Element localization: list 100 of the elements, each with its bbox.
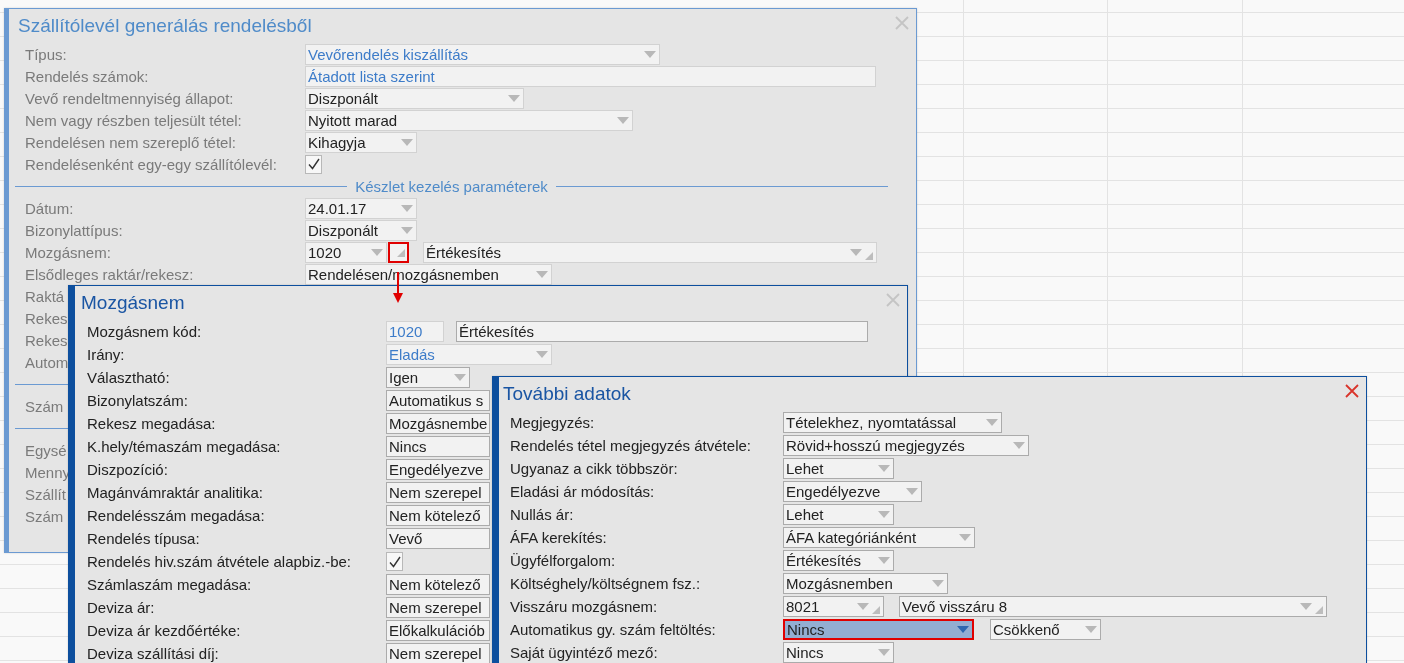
field-label: Visszáru mozgásnem: <box>510 598 659 615</box>
field-label: Rendelés hiv.szám átvétele alapbiz.-be: <box>87 553 353 570</box>
dropdown[interactable]: Nincs <box>783 642 894 663</box>
input-field[interactable]: Értékesítés <box>456 321 868 342</box>
corner-triangle-icon <box>865 251 873 260</box>
caret-icon <box>957 626 969 633</box>
input-field[interactable]: Engedélyezve <box>386 459 490 480</box>
field-label: Bizonylattípus: <box>25 221 124 239</box>
dropdown[interactable]: Mozgásnemben <box>783 573 948 594</box>
caret-icon <box>454 374 466 381</box>
caret-icon <box>536 270 548 278</box>
field-label: Nullás ár: <box>510 506 575 523</box>
field-label: Deviza ár kezdőértéke: <box>87 622 242 639</box>
field-label: Autom <box>25 353 69 371</box>
field-label: Rekesz megadása: <box>87 415 217 432</box>
field-label: Deviza ár: <box>87 599 156 616</box>
field-label: Típus: <box>25 45 68 63</box>
dropdown[interactable]: Csökkenő <box>990 619 1101 640</box>
field-label: Automatikus gy. szám feltöltés: <box>510 621 717 638</box>
field-label: Ugyanaz a cikk többször: <box>510 460 679 477</box>
dropdown[interactable]: Lehet <box>783 504 894 525</box>
caret-icon <box>986 419 998 426</box>
dropdown[interactable]: Tételekhez, nyomtatással <box>783 412 1002 433</box>
input-field[interactable]: Nincs <box>386 436 490 457</box>
field-label: Szám <box>25 397 64 415</box>
input-field[interactable]: Mozgásnembe <box>386 413 490 434</box>
caret-icon <box>1085 626 1097 633</box>
field-label: Rendelés számok: <box>25 67 150 85</box>
field-label: Vevő rendeltmennyiség állapot: <box>25 89 235 107</box>
caret-icon <box>878 511 890 518</box>
check-icon <box>307 158 320 170</box>
dropdown[interactable]: Engedélyezve <box>783 481 922 502</box>
field-label: Egysé <box>25 441 67 459</box>
dropdown[interactable]: Igen <box>386 367 470 388</box>
caret-icon <box>878 465 890 472</box>
input-field[interactable]: Nem szerepel <box>386 643 490 663</box>
corner-triangle-icon <box>1315 606 1323 614</box>
field-label: Bizonylatszám: <box>87 392 189 409</box>
field-label: Rendelés tétel megjegyzés átvétele: <box>510 437 752 454</box>
window-title: Mozgásnem <box>81 291 185 315</box>
input-field[interactable]: Nem kötelező <box>386 574 490 595</box>
caret-icon <box>878 649 890 656</box>
field-label: Számlaszám megadása: <box>87 576 253 593</box>
field-label: Mozgásnem: <box>25 243 112 261</box>
field-label: Magánvámraktár analitika: <box>87 484 264 501</box>
check-icon <box>388 555 401 568</box>
field-label: Diszpozíció: <box>87 461 169 478</box>
field-label: Rendelésen nem szereplő tétel: <box>25 133 237 151</box>
close-icon <box>895 16 909 30</box>
field-label: Szállít <box>25 485 66 503</box>
caret-icon <box>850 248 862 256</box>
caret-icon <box>1300 603 1312 610</box>
field-label: ÁFA kerekítés: <box>510 529 608 546</box>
window-title: Szállítólevél generálás rendelésből <box>18 14 312 38</box>
caret-icon <box>932 580 944 587</box>
dropdown[interactable]: Nincs <box>783 619 974 640</box>
field-label: Mozgásnem kód: <box>87 323 203 340</box>
dropdown[interactable]: Vevő visszáru 8 <box>899 596 1327 617</box>
field-label: Menny <box>25 463 71 481</box>
field-label: Ügyfélforgalom: <box>510 552 617 569</box>
close-icon <box>1345 384 1359 398</box>
caret-icon <box>959 534 971 541</box>
input-field[interactable]: Vevő <box>386 528 490 549</box>
close-button[interactable] <box>1343 382 1361 400</box>
caret-icon <box>401 204 413 212</box>
corner-triangle-icon <box>397 248 405 257</box>
dropdown[interactable]: Értékesítés <box>783 550 894 571</box>
field-label: Nem vagy részben teljesült tétel: <box>25 111 243 129</box>
window-title: További adatok <box>503 382 631 406</box>
dropdown[interactable]: ÁFA kategóriánként <box>783 527 975 548</box>
field-label: K.hely/témaszám megadása: <box>87 438 282 455</box>
field-label: Deviza szállítási díj: <box>87 645 220 662</box>
input-field[interactable]: Nem kötelező <box>386 505 490 526</box>
field-label: Választható: <box>87 369 171 386</box>
field-label: Eladási ár módosítás: <box>510 483 656 500</box>
dropdown[interactable]: Lehet <box>783 458 894 479</box>
corner-triangle-icon <box>872 606 880 614</box>
dropdown[interactable]: 8021 <box>783 596 884 617</box>
input-field[interactable]: 1020 <box>386 321 444 342</box>
input-field[interactable]: Nem szerepel <box>386 597 490 618</box>
input-field[interactable]: Nem szerepel <box>386 482 490 503</box>
caret-icon <box>371 248 383 256</box>
field-label: Saját ügyintéző mező: <box>510 644 659 661</box>
close-icon <box>886 293 900 307</box>
caret-icon <box>508 94 520 102</box>
field-label: Rendelés típusa: <box>87 530 201 547</box>
section-title: Készlet kezelés paraméterek <box>355 177 548 195</box>
field-label: Költséghely/költségnem fsz.: <box>510 575 702 592</box>
caret-icon <box>401 226 413 234</box>
caret-icon <box>878 557 890 564</box>
input-field[interactable]: Automatikus s <box>386 390 490 411</box>
field-label: Rendelésenként egy-egy szállítólevél: <box>25 155 278 173</box>
field-label: Raktá <box>25 287 65 305</box>
caret-icon <box>1013 442 1025 449</box>
dropdown[interactable]: Eladás <box>386 344 552 365</box>
field-label: Elsődleges raktár/rekesz: <box>25 265 195 283</box>
input-field[interactable]: Előkalkulációb <box>386 620 490 641</box>
checkbox[interactable] <box>386 552 403 571</box>
dropdown[interactable]: Rövid+hosszú megjegyzés <box>783 435 1029 456</box>
field-label: Rendelésszám megadása: <box>87 507 266 524</box>
